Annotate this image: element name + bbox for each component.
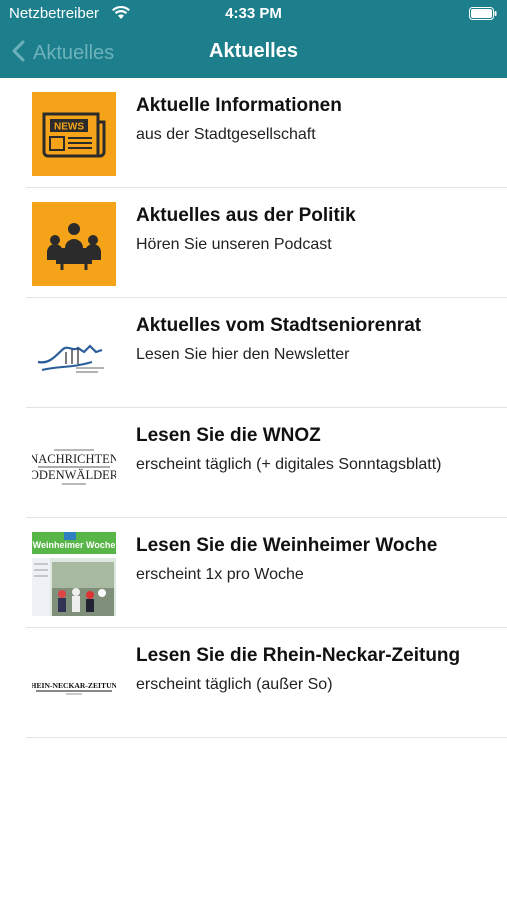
list-item-politik[interactable]: Aktuelles aus der Politik Hören Sie unse… xyxy=(0,188,507,298)
status-bar: Netzbetreiber 4:33 PM xyxy=(0,0,507,28)
clock: 4:33 PM xyxy=(225,5,282,22)
page-title: Aktuelles xyxy=(209,40,298,62)
weinheimer-woche-cover: Weinheimer Woche xyxy=(32,532,116,616)
item-subtitle: Lesen Sie hier den Newsletter xyxy=(136,346,350,363)
item-subtitle: Hören Sie unseren Podcast xyxy=(136,236,332,253)
item-subtitle: erscheint täglich (+ digitales Sonntagsb… xyxy=(136,456,442,473)
wnoz-line1: NACHRICHTEN xyxy=(32,452,116,466)
item-title: Aktuelle Informationen xyxy=(136,95,342,116)
list-item-wnoz[interactable]: NACHRICHTEN ODENWÄLDER Lesen Sie die WNO… xyxy=(0,408,507,518)
newspaper-word: NEWS xyxy=(54,122,84,133)
wnoz-line2: ODENWÄLDER xyxy=(32,468,116,482)
item-subtitle: erscheint täglich (außer So) xyxy=(136,676,333,693)
newspaper-icon: NEWS xyxy=(32,92,116,176)
item-title: Lesen Sie die WNOZ xyxy=(136,425,321,446)
battery-icon xyxy=(469,7,497,25)
rnz-wordmark: RHEIN-NECKAR-ZEITUNG xyxy=(32,681,116,690)
weinheimer-woche-masthead: Weinheimer Woche xyxy=(33,540,116,550)
list-item-rnz[interactable]: RHEIN-NECKAR-ZEITUNG Lesen Sie die Rhein… xyxy=(0,628,507,738)
item-title: Lesen Sie die Rhein-Neckar-Zeitung xyxy=(136,645,461,666)
list-item-stadtseniorenrat[interactable]: Aktuelles vom Stadtseniorenrat Lesen Sie… xyxy=(0,298,507,408)
list-item-weinheimer-woche[interactable]: Weinheimer Woche Lesen Sie die Weinheime… xyxy=(0,518,507,628)
news-list: NEWS Aktuelle Informationen aus der Stad… xyxy=(0,78,507,738)
stadtseniorenrat-logo xyxy=(32,312,116,396)
item-subtitle: aus der Stadtgesellschaft xyxy=(136,126,316,143)
item-title: Aktuelles aus der Politik xyxy=(136,205,356,226)
meeting-icon xyxy=(32,202,116,286)
item-subtitle: erscheint 1x pro Woche xyxy=(136,566,304,583)
item-title: Aktuelles vom Stadtseniorenrat xyxy=(136,315,422,336)
wnoz-logo: NACHRICHTEN ODENWÄLDER xyxy=(29,422,119,506)
item-title: Lesen Sie die Weinheimer Woche xyxy=(136,535,438,556)
rnz-logo: RHEIN-NECKAR-ZEITUNG xyxy=(25,642,123,726)
list-item-aktuelle-informationen[interactable]: NEWS Aktuelle Informationen aus der Stad… xyxy=(0,78,507,188)
navigation-bar: Aktuelles Aktuelles xyxy=(0,28,507,78)
